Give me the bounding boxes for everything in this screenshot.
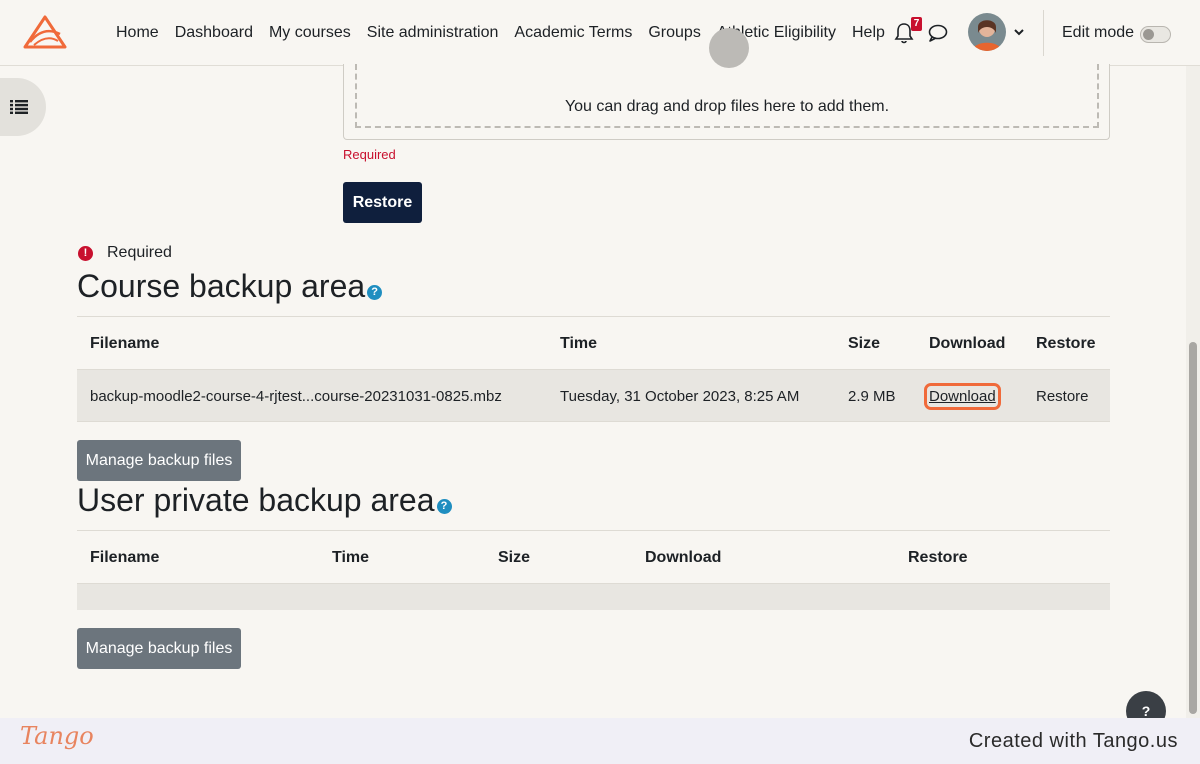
created-with-text: Created with Tango.us	[968, 730, 1178, 752]
user-backup-area-title: User private backup area	[77, 482, 435, 518]
edit-mode-label: Edit mode	[1062, 24, 1135, 41]
empty-table-row	[77, 584, 1110, 610]
backup-filename: backup-moodle2-course-4-rjtest...course-…	[90, 388, 502, 405]
help-question-icon[interactable]: ?	[436, 499, 452, 514]
toggle-knob	[1143, 29, 1154, 40]
course-backup-area-title: Course backup area	[77, 268, 366, 304]
manage-user-backup-files-button[interactable]: Manage backup files	[77, 628, 241, 669]
nav-site-administration[interactable]: Site administration	[359, 24, 507, 42]
nav-dashboard[interactable]: Dashboard	[167, 24, 261, 42]
column-download: Download	[645, 549, 722, 566]
column-filename: Filename	[90, 335, 160, 352]
course-backup-area-heading: Course backup area?	[77, 268, 383, 305]
field-required-text: Required	[343, 147, 396, 162]
drop-zone-text: You can drag and drop files here to add …	[564, 98, 890, 115]
manage-course-backup-files-button[interactable]: Manage backup files	[77, 440, 241, 481]
backup-time: Tuesday, 31 October 2023, 8:25 AM	[560, 388, 800, 405]
edit-mode-toggle[interactable]	[1140, 26, 1171, 43]
file-drop-zone[interactable]: You can drag and drop files here to add …	[355, 28, 1099, 128]
course-index-drawer-toggle[interactable]	[0, 78, 46, 136]
scrollbar-thumb[interactable]	[1189, 342, 1197, 714]
top-navbar: Home Dashboard My courses Site administr…	[0, 0, 1200, 66]
list-icon	[10, 100, 28, 114]
navbar-divider	[1043, 10, 1044, 56]
column-time: Time	[560, 335, 598, 352]
backup-size: 2.9 MB	[848, 388, 896, 405]
column-download: Download	[929, 335, 1006, 352]
column-restore: Restore	[908, 549, 968, 566]
messages-chat-icon[interactable]	[928, 24, 948, 42]
nav-my-courses[interactable]: My courses	[261, 24, 359, 42]
nav-help[interactable]: Help	[844, 24, 893, 42]
column-filename: Filename	[90, 549, 160, 566]
column-restore: Restore	[1036, 335, 1096, 352]
nav-academic-terms[interactable]: Academic Terms	[506, 24, 640, 42]
upload-arrow-icon	[709, 28, 749, 68]
download-link[interactable]: Download	[929, 388, 996, 405]
primary-navigation: Home Dashboard My courses Site administr…	[108, 0, 893, 66]
help-question-icon[interactable]: ?	[367, 285, 383, 300]
file-picker: You can drag and drop files here to add …	[343, 28, 1110, 140]
notification-count-badge: 7	[911, 17, 922, 31]
column-time: Time	[332, 549, 370, 566]
user-photo-icon	[968, 13, 1006, 51]
nav-groups[interactable]: Groups	[640, 24, 708, 42]
site-logo-icon[interactable]	[22, 14, 68, 50]
nav-home[interactable]: Home	[108, 24, 167, 42]
chevron-down-icon[interactable]	[1013, 26, 1025, 38]
user-avatar[interactable]	[968, 13, 1006, 51]
user-backup-area-heading: User private backup area?	[77, 482, 452, 519]
tango-logo: Tango	[20, 722, 94, 750]
restore-link[interactable]: Restore	[1036, 388, 1089, 405]
table-row: backup-moodle2-course-4-rjtest...course-…	[77, 370, 1110, 422]
course-backup-table: Filename Time Size Download Restore back…	[77, 316, 1110, 422]
required-legend: ! Required	[78, 244, 172, 262]
column-size: Size	[848, 335, 881, 352]
required-exclamation-icon: !	[78, 245, 93, 261]
required-legend-text: Required	[107, 244, 172, 261]
table-header: Filename Time Size Download Restore	[77, 531, 1110, 584]
column-size: Size	[498, 549, 531, 566]
user-backup-table: Filename Time Size Download Restore	[77, 530, 1110, 610]
table-header: Filename Time Size Download Restore	[77, 317, 1110, 370]
restore-button[interactable]: Restore	[343, 182, 422, 223]
